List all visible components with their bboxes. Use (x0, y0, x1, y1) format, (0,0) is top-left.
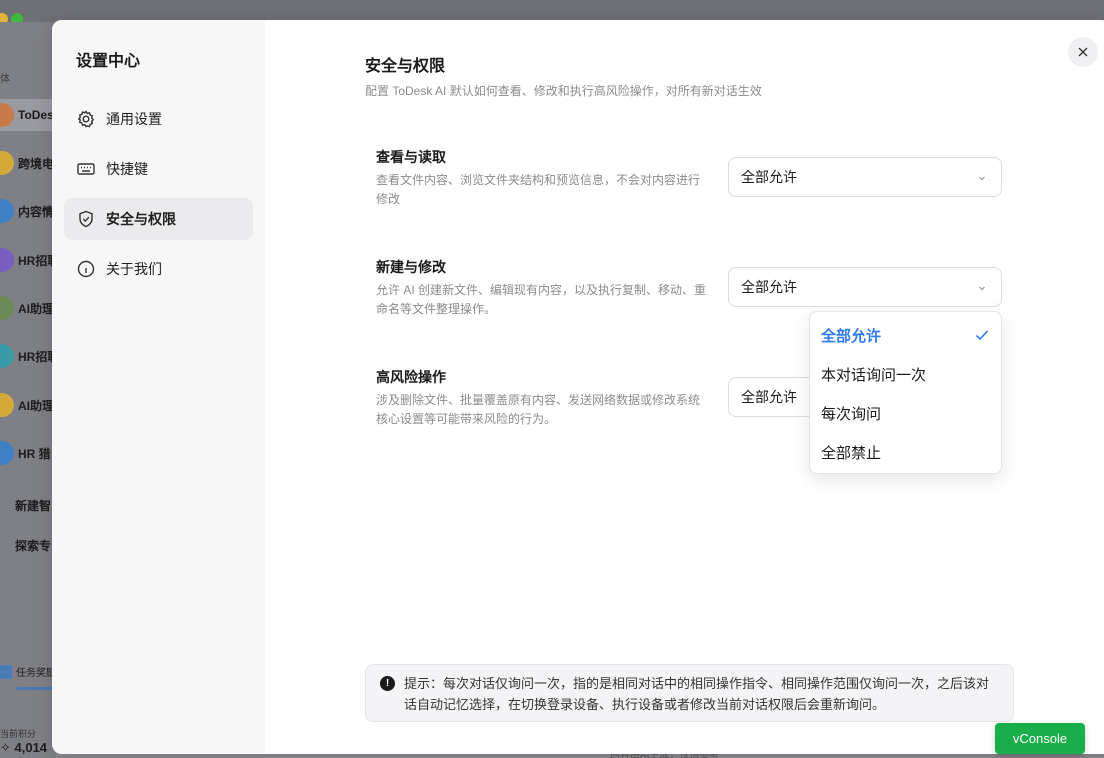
avatar (0, 103, 14, 127)
chevron-down-icon (979, 176, 985, 181)
avatar (0, 393, 14, 417)
dropdown-option-allow-all[interactable]: 全部允许 (810, 316, 1001, 355)
permission-dropdown: 全部允许 本对话询问一次 每次询问 全部禁止 (809, 311, 1002, 474)
dropdown-option-ask-once[interactable]: 本对话询问一次 (810, 355, 1001, 394)
chat-item[interactable]: 跨境电 (0, 147, 60, 179)
nav-item-security[interactable]: 安全与权限 (64, 198, 253, 240)
shield-icon (79, 210, 93, 228)
perm-risk-title: 高风险操作 (376, 369, 446, 385)
select-value: 全部允许 (741, 389, 797, 405)
chevron-down-icon (979, 286, 985, 291)
explore-button[interactable]: 探索专 (15, 537, 51, 554)
vconsole-button[interactable]: vConsole (995, 723, 1085, 754)
tip-box: ! 提示：每次对话仅询问一次，指的是相同对话中的相同操作指令、相同操作范围仅询问… (365, 664, 1014, 722)
keyboard-icon (77, 163, 95, 175)
page-title: 安全与权限 (365, 58, 446, 75)
perm-risk-desc: 涉及删除文件、批量覆盖原有内容、发送网络数据或修改系统核心设置等可能带来风险的行… (376, 393, 701, 426)
select-value: 全部允许 (741, 279, 797, 295)
task-icon (0, 664, 12, 679)
nav-item-shortcuts[interactable]: 快捷键 (64, 148, 253, 190)
perm-read-select[interactable]: 全部允许 (728, 157, 1002, 197)
chat-item[interactable]: ToDesk (0, 99, 60, 131)
dropdown-option-deny-all[interactable]: 全部禁止 (810, 433, 1001, 472)
info-icon (77, 260, 95, 278)
nav-item-general[interactable]: 通用设置 (64, 98, 253, 140)
dropdown-option-ask-every-time[interactable]: 每次询问 (810, 394, 1001, 433)
sidebar-section-label: 体 (0, 74, 10, 85)
settings-title: 设置中心 (76, 53, 141, 70)
settings-modal: 设置中心 通用设置 快捷键 安全与权限 关于我们 安全与权限 配置 ToDesk… (52, 20, 1104, 754)
avatar (0, 199, 14, 223)
close-icon (1078, 47, 1088, 57)
nav-item-about[interactable]: 关于我们 (64, 248, 253, 290)
title-bar (0, 0, 1104, 22)
chat-item[interactable]: 内容情 (0, 195, 60, 227)
chat-item[interactable]: HR 猎 (0, 437, 60, 469)
check-icon (975, 330, 989, 341)
settings-nav: 设置中心 通用设置 快捷键 安全与权限 关于我们 (52, 20, 265, 754)
points-label: 当前积分 (0, 729, 37, 739)
points-value: ✧ 4,014 (0, 740, 48, 755)
task-progress-bar (16, 687, 54, 690)
chat-item[interactable]: HR招聘 (0, 244, 60, 276)
select-value: 全部允许 (741, 169, 797, 185)
page-subtitle: 配置 ToDesk AI 默认如何查看、修改和执行高风险操作，对所有新对话生效 (365, 84, 762, 98)
gear-icon (77, 110, 95, 128)
tip-text: 提示：每次对话仅询问一次，指的是相同对话中的相同操作指令、相同操作范围仅询问一次… (404, 676, 990, 712)
avatar (0, 248, 14, 272)
avatar (0, 441, 14, 465)
avatar (0, 344, 14, 368)
avatar (0, 151, 14, 175)
close-button[interactable] (1068, 37, 1098, 67)
info-icon: ! (380, 676, 395, 691)
new-agent-button[interactable]: 新建智 (15, 497, 51, 514)
avatar (0, 296, 14, 320)
chat-item[interactable]: AI助理 (0, 292, 60, 324)
chat-item[interactable]: HR招聘 (0, 340, 60, 372)
perm-read-desc: 查看文件内容、浏览文件夹结构和预览信息，不会对内容进行修改 (376, 173, 701, 206)
perm-modify-title: 新建与修改 (376, 259, 446, 275)
perm-modify-desc: 允许 AI 创建新文件、编辑现有内容，以及执行复制、移动、重命名等文件整理操作。 (376, 283, 707, 316)
perm-read-title: 查看与读取 (376, 149, 446, 165)
background-sidebar: 体 ToDesk 跨境电 内容情 HR招聘 AI助理 HR招聘 AI助理 HR … (0, 22, 60, 758)
task-reward[interactable]: 任务奖励 (0, 664, 56, 679)
chat-item[interactable]: AI助理 (0, 389, 60, 421)
perm-modify-select[interactable]: 全部允许 (728, 267, 1002, 307)
